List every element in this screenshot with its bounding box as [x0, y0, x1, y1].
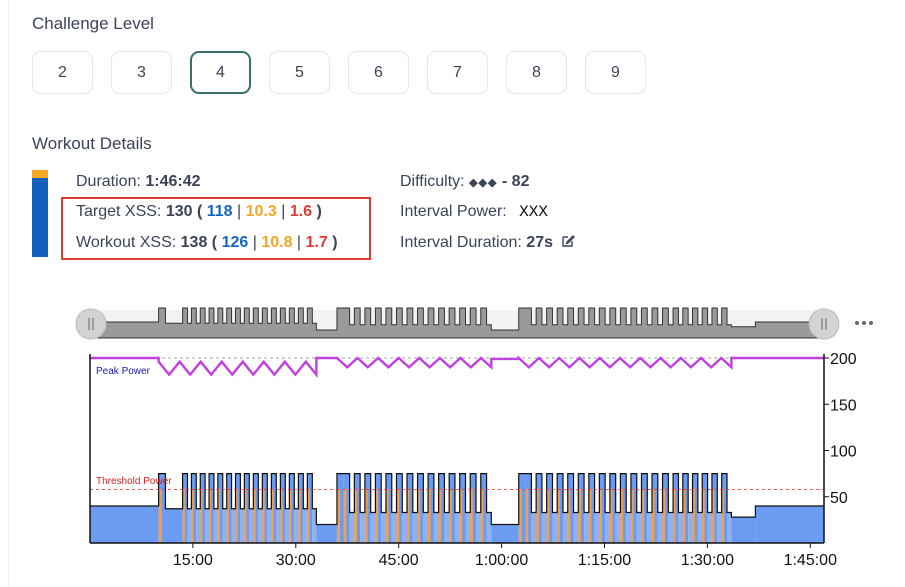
power-bar [491, 524, 519, 543]
power-bar [222, 508, 227, 543]
power-bar [594, 512, 600, 543]
power-bar [349, 512, 355, 543]
ellipsis-icon[interactable] [855, 321, 873, 325]
power-bar [573, 512, 579, 543]
power-bar [423, 512, 429, 543]
power-bar [727, 512, 732, 543]
power-bar [584, 512, 589, 543]
ellipsis-dot [862, 321, 866, 325]
y-tick-label: 50 [830, 490, 848, 507]
power-bar [615, 512, 621, 543]
power-bar [531, 512, 537, 543]
power-bar [636, 512, 642, 543]
x-tick-label: 1:45:00 [784, 552, 837, 569]
power-bar [370, 512, 376, 543]
power-bar [562, 512, 568, 543]
power-bar [697, 512, 703, 543]
power-bar [267, 508, 272, 543]
power-bar [707, 512, 712, 543]
power-bar [196, 508, 201, 543]
power-bar [755, 506, 824, 543]
power-bar [678, 512, 683, 543]
interval-high-segment [343, 489, 347, 543]
power-bar [316, 524, 337, 543]
power-bar [258, 508, 263, 543]
power-bar [433, 512, 439, 543]
threshold-power-annotation: Threshold Power [96, 476, 172, 487]
x-tick-label: 1:15:00 [578, 552, 631, 569]
power-bar [213, 508, 218, 543]
power-bar [552, 512, 558, 543]
power-bar [165, 508, 183, 543]
power-bar [657, 512, 663, 543]
power-bar [249, 508, 254, 543]
power-bar [276, 508, 281, 543]
power-bar [381, 512, 386, 543]
power-bar [90, 506, 159, 543]
power-bar [444, 512, 450, 543]
power-bar [688, 512, 693, 543]
power-bar [626, 512, 631, 543]
x-tick-label: 15:00 [173, 552, 213, 569]
power-bar [294, 508, 299, 543]
power-bar [205, 508, 210, 543]
power-bar [731, 517, 756, 543]
peak-power-line [90, 355, 824, 379]
power-bar [402, 512, 408, 543]
power-bar [303, 508, 308, 543]
power-bar [240, 508, 245, 543]
power-bar [605, 512, 610, 543]
y-tick-label: 200 [830, 351, 857, 368]
power-bar [486, 512, 492, 543]
x-tick-label: 45:00 [379, 552, 419, 569]
power-bar [312, 508, 317, 543]
x-tick-label: 1:00:00 [475, 552, 528, 569]
y-tick-label: 100 [830, 444, 857, 461]
ellipsis-dot [855, 321, 859, 325]
interval-high-segment [525, 489, 529, 543]
power-bar [454, 512, 460, 543]
x-tick-label: 1:30:00 [681, 552, 734, 569]
power-bar [187, 508, 192, 543]
x-tick-label: 30:00 [276, 552, 316, 569]
power-bar [668, 512, 674, 543]
power-bar [391, 512, 397, 543]
power-bar [360, 512, 365, 543]
power-bar [541, 512, 547, 543]
ellipsis-dot [869, 321, 873, 325]
navigator-handle-left[interactable] [75, 308, 107, 340]
workout-chart: Peak Power Threshold Power 50 100 150 200 15:0… [75, 307, 873, 569]
power-bar [465, 512, 471, 543]
power-bar [717, 512, 722, 543]
power-bar [412, 512, 418, 543]
navigator-handle-right[interactable] [808, 308, 840, 340]
power-bar [647, 512, 653, 543]
y-tick-label: 150 [830, 397, 857, 414]
power-bar [285, 508, 290, 543]
power-bar [231, 508, 236, 543]
power-bar [476, 512, 481, 543]
peak-power-annotation: Peak Power [96, 366, 151, 377]
